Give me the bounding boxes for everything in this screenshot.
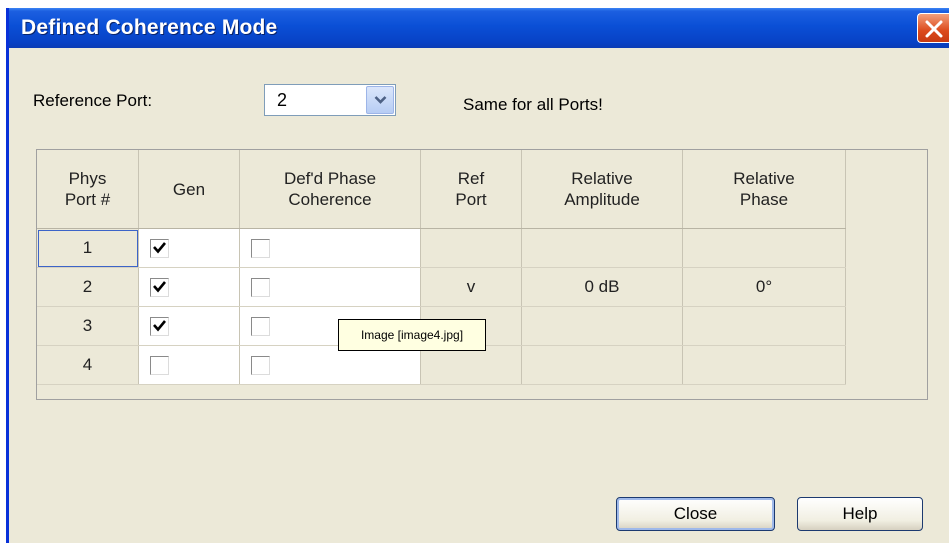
gen-cell	[138, 345, 240, 385]
phase-cell	[682, 345, 846, 385]
ref-port-cell	[420, 228, 522, 268]
reference-port-label: Reference Port:	[33, 91, 153, 110]
ref-port-cell	[420, 345, 522, 385]
reference-port-select[interactable]: 2	[264, 84, 396, 116]
dropdown-button[interactable]	[366, 86, 394, 114]
gen-checkbox[interactable]	[150, 317, 169, 336]
port-number-cell[interactable]: 1	[37, 228, 139, 268]
port-number-cell[interactable]: 3	[37, 306, 139, 346]
amplitude-cell	[521, 345, 683, 385]
table-row: 2 v 0 dB 0°	[37, 267, 846, 307]
table-body: 1 2 v 0 dB 0° 3 4	[37, 228, 846, 385]
dialog-window: Defined Coherence Mode Reference Port: 2…	[6, 8, 949, 543]
phase-value: 0°	[755, 277, 773, 296]
coherence-cell	[239, 267, 421, 307]
gen-cell	[138, 267, 240, 307]
coherence-checkbox[interactable]	[251, 278, 270, 297]
coherence-cell	[239, 228, 421, 268]
amplitude-cell: 0 dB	[521, 267, 683, 307]
amplitude-cell	[521, 306, 683, 346]
col-header-gen: Gen	[138, 150, 240, 229]
port-number: 4	[82, 355, 93, 374]
close-button[interactable]: Close	[616, 497, 775, 531]
port-number-cell[interactable]: 2	[37, 267, 139, 307]
port-number: 1	[82, 238, 93, 257]
col-header-phys-port: Phys Port #	[37, 150, 139, 229]
coherence-grid: Phys Port # Gen Def'd Phase Coherence Ref P…	[36, 149, 928, 400]
coherence-checkbox[interactable]	[251, 239, 270, 258]
ref-port-value: v	[466, 277, 476, 296]
port-number: 2	[82, 277, 93, 296]
port-number: 3	[82, 316, 93, 335]
chevron-down-icon	[374, 96, 387, 104]
coherence-cell	[239, 345, 421, 385]
window-close-button[interactable]	[917, 13, 949, 43]
amplitude-value: 0 dB	[584, 277, 620, 296]
col-header-relative-amplitude: Relative Amplitude	[521, 150, 683, 229]
phase-cell: 0°	[682, 267, 846, 307]
table-row: 1	[37, 228, 846, 268]
col-header-phase-coherence: Def'd Phase Coherence	[239, 150, 421, 229]
port-number-cell[interactable]: 4	[37, 345, 139, 385]
window-title: Defined Coherence Mode	[21, 16, 278, 39]
title-bar[interactable]: Defined Coherence Mode	[9, 8, 949, 48]
phase-cell	[682, 306, 846, 346]
gen-cell	[138, 306, 240, 346]
image-tooltip: Image [image4.jpg]	[338, 319, 486, 351]
coherence-checkbox[interactable]	[251, 356, 270, 375]
amplitude-cell	[521, 228, 683, 268]
gen-checkbox[interactable]	[150, 278, 169, 297]
gen-checkbox[interactable]	[150, 356, 169, 375]
header-row: Phys Port # Gen Def'd Phase Coherence Ref P…	[37, 150, 846, 229]
ref-port-cell: v	[420, 267, 522, 307]
table-row: 4	[37, 345, 846, 385]
col-header-ref-port: Ref Port	[420, 150, 522, 229]
checkmark-icon	[153, 281, 167, 293]
col-header-relative-phase: Relative Phase	[682, 150, 846, 229]
checkmark-icon	[153, 320, 167, 332]
same-for-all-ports-note: Same for all Ports!	[463, 95, 603, 114]
gen-checkbox[interactable]	[150, 239, 169, 258]
checkmark-icon	[153, 242, 167, 254]
phase-cell	[682, 228, 846, 268]
gen-cell	[138, 228, 240, 268]
coherence-checkbox[interactable]	[251, 317, 270, 336]
help-button[interactable]: Help	[797, 497, 923, 531]
close-icon	[925, 20, 943, 38]
reference-port-value: 2	[277, 90, 288, 110]
